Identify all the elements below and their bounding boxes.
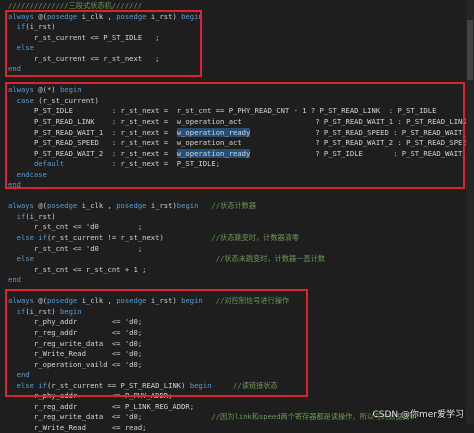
highlight-box-next-state-logic — [5, 82, 465, 189]
code-line: r_st_cnt <= r_st_cnt + 1 ; — [8, 264, 147, 274]
watermark: CSDN @你mer爱学习 — [372, 410, 464, 420]
code-line: end — [8, 275, 21, 285]
code-line: r_st_cnt <= 'd0 ; — [8, 243, 143, 253]
highlight-box-state-register — [5, 10, 202, 77]
code-line: else if(r_st_current != r_st_next) //状态跳… — [16, 233, 300, 243]
highlight-box-control-signals — [5, 289, 308, 397]
code-line: r_Write_Read <= read; — [8, 422, 147, 432]
scrollbar-thumb[interactable] — [467, 20, 473, 80]
code-line: else //状态未跳变时，计数器一直计数 — [16, 254, 325, 264]
code-line: if(i_rst) — [16, 211, 56, 221]
code-line: r_st_cnt <= 'd0 ; — [8, 222, 143, 232]
vertical-scrollbar[interactable] — [466, 0, 474, 424]
code-line: always @(posedge i_clk , posedge i_rst)b… — [8, 201, 257, 211]
